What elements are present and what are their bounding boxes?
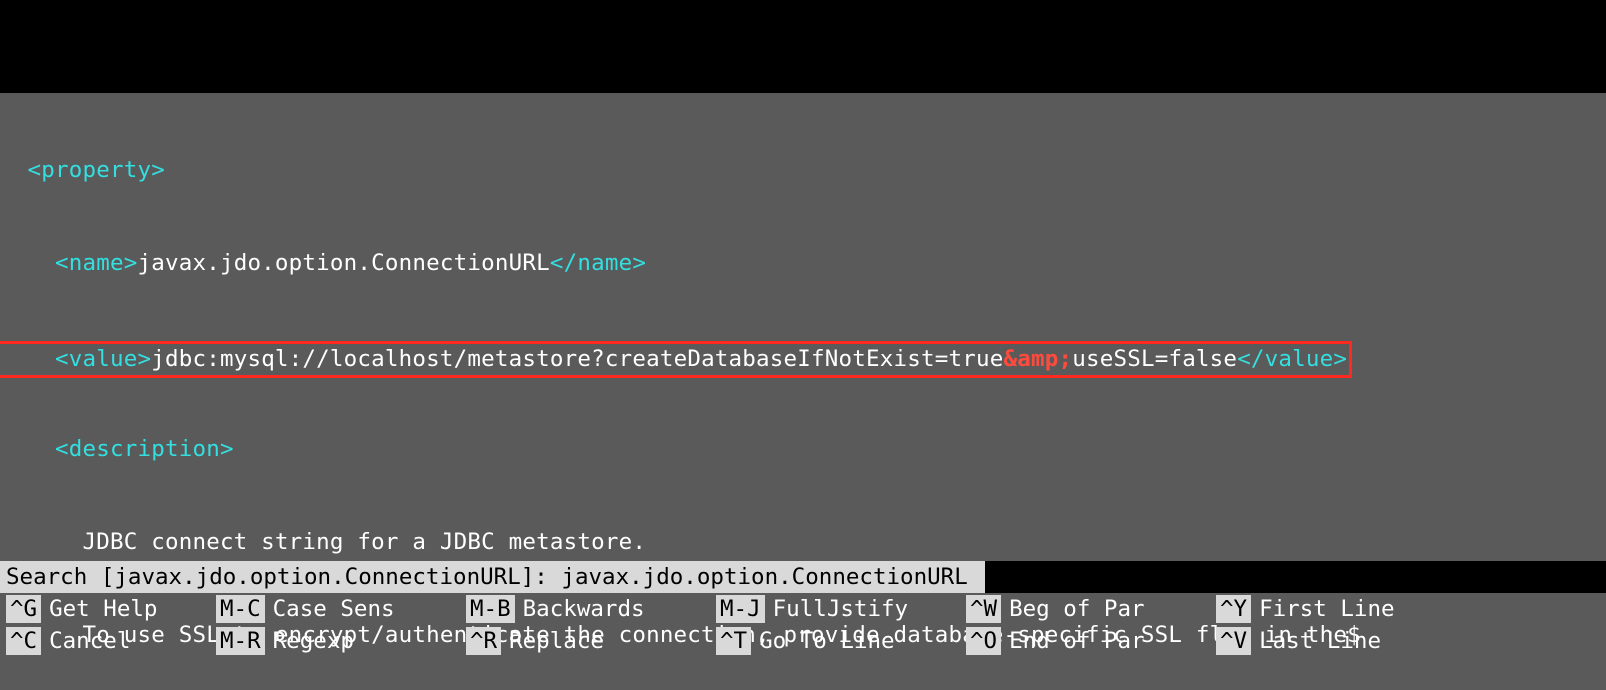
search-prompt[interactable]: Search [javax.jdo.option.ConnectionURL]:…	[0, 561, 985, 593]
shortcut-key: ^V	[1216, 627, 1251, 655]
shortcut-get-help[interactable]: ^G Get Help	[6, 594, 216, 625]
shortcut-label: First Line	[1259, 594, 1394, 625]
shortcut-key: ^G	[6, 595, 41, 623]
shortcut-key: ^R	[466, 627, 501, 655]
xml-tag: <property>	[0, 157, 165, 183]
shortcut-case-sens[interactable]: M-C Case Sens	[216, 594, 466, 625]
shortcut-label: Cancel	[49, 626, 130, 657]
shortcut-label: Case Sens	[273, 594, 395, 625]
xml-text: javax.jdo.option.ConnectionURL	[137, 250, 549, 276]
shortcut-label: Go To Line	[759, 626, 894, 657]
shortcut-label: FullJstify	[773, 594, 908, 625]
search-prompt-line[interactable]: Search [javax.jdo.option.ConnectionURL]:…	[0, 561, 1606, 593]
xml-entity: &amp;	[1003, 346, 1072, 372]
shortcut-label: End of Par	[1009, 626, 1144, 657]
shortcut-regexp[interactable]: M-R Regexp	[216, 626, 466, 657]
status-bar: Search [javax.jdo.option.ConnectionURL]:…	[0, 561, 1606, 657]
shortcut-key: M-B	[466, 595, 515, 623]
shortcut-label: Last Line	[1259, 626, 1381, 657]
shortcut-end-of-par[interactable]: ^O End of Par	[966, 626, 1216, 657]
shortcut-key: ^T	[716, 627, 751, 655]
shortcut-beg-of-par[interactable]: ^W Beg of Par	[966, 594, 1216, 625]
shortcut-label: Replace	[509, 626, 604, 657]
annotation-redbox: <value>jdbc:mysql://localhost/metastore?…	[0, 341, 1352, 378]
shortcut-go-to-line[interactable]: ^T Go To Line	[716, 626, 966, 657]
shortcut-bar: ^G Get Help M-C Case Sens M-B Backwards M-J…	[0, 593, 1606, 657]
shortcut-label: Backwards	[523, 594, 645, 625]
shortcut-label: Beg of Par	[1009, 594, 1144, 625]
xml-tag: <name>	[0, 250, 137, 276]
search-line-tail	[985, 561, 1606, 593]
shortcut-key: M-R	[216, 627, 265, 655]
shortcut-key: ^W	[966, 595, 1001, 623]
shortcut-key: M-C	[216, 595, 265, 623]
xml-tag: <description>	[0, 436, 234, 462]
shortcut-label: Get Help	[49, 594, 157, 625]
xml-tag: </name>	[550, 250, 646, 276]
shortcut-key: M-J	[716, 595, 765, 623]
shortcut-last-line[interactable]: ^V Last Line	[1216, 626, 1476, 657]
shortcut-key: ^Y	[1216, 595, 1251, 623]
shortcut-replace[interactable]: ^R Replace	[466, 626, 716, 657]
xml-text: JDBC connect string for a JDBC metastore…	[0, 529, 646, 555]
shortcut-key: ^C	[6, 627, 41, 655]
xml-tag: <value>	[0, 346, 151, 372]
shortcut-backwards[interactable]: M-B Backwards	[466, 594, 716, 625]
shortcut-key: ^O	[966, 627, 1001, 655]
shortcut-first-line[interactable]: ^Y First Line	[1216, 594, 1476, 625]
xml-text: jdbc:mysql://localhost/metastore?createD…	[151, 346, 1003, 372]
shortcut-label: Regexp	[273, 626, 354, 657]
shortcut-fulljustify[interactable]: M-J FullJstify	[716, 594, 966, 625]
shortcut-cancel[interactable]: ^C Cancel	[6, 626, 216, 657]
xml-text: useSSL=false	[1072, 346, 1237, 372]
xml-tag: </value>	[1237, 346, 1347, 372]
